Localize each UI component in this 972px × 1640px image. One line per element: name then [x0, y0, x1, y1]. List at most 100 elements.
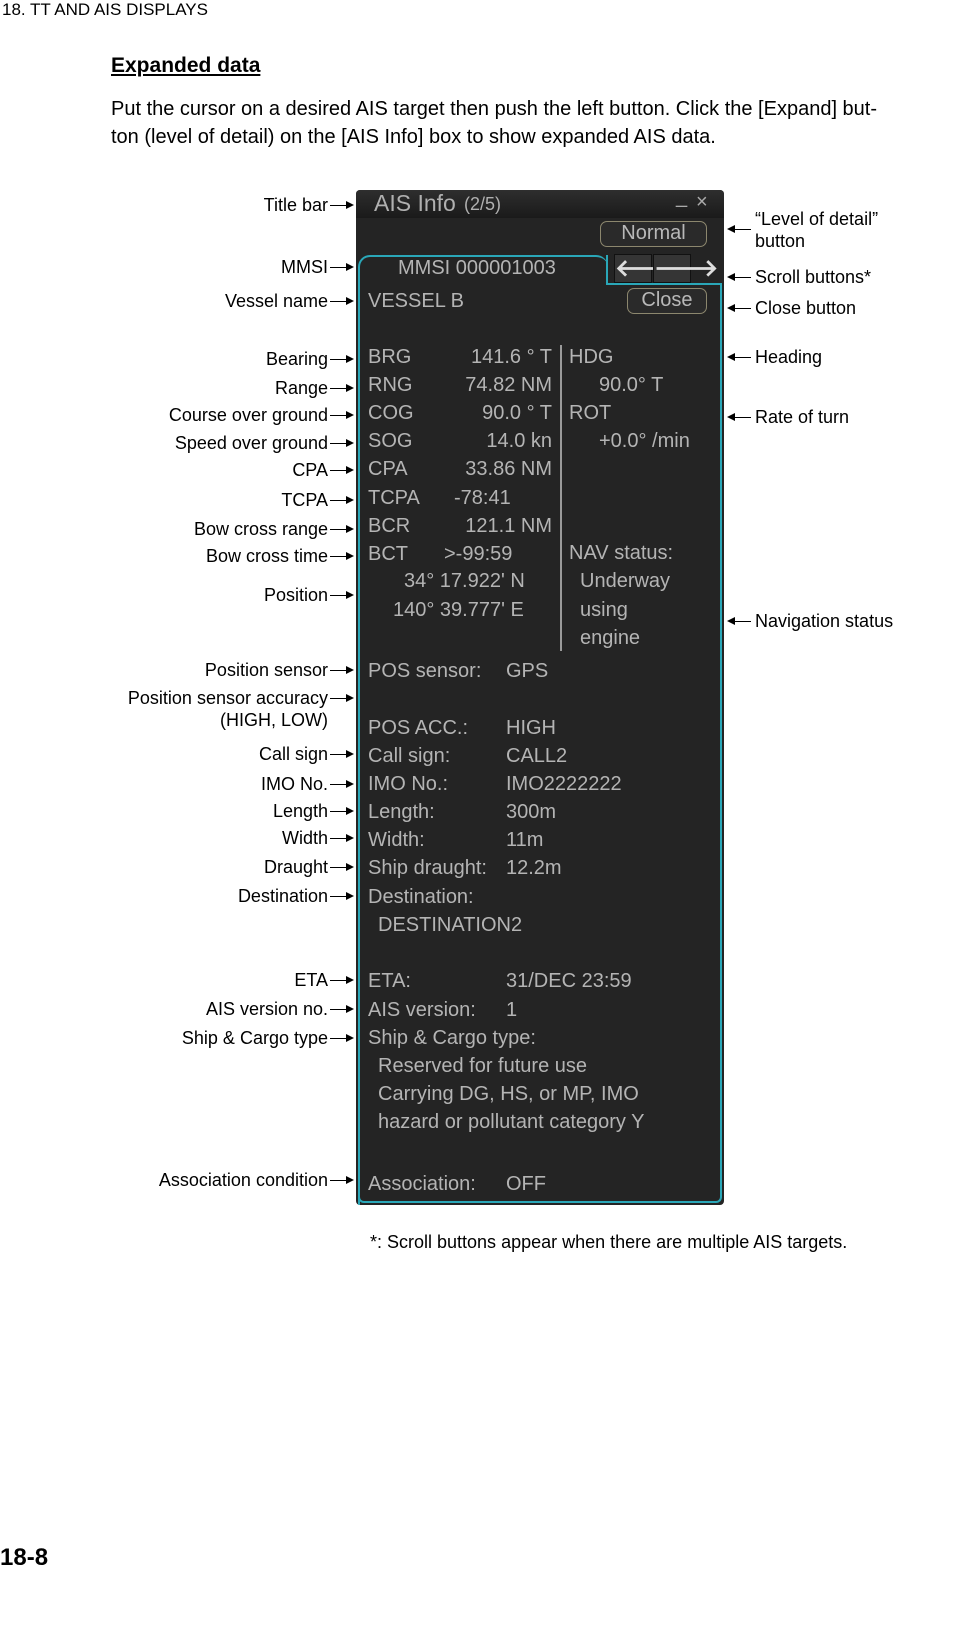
detail-label: Length:	[368, 801, 435, 823]
detail-label: Ship draught:	[368, 857, 487, 879]
detail-label: Ship & Cargo type:	[368, 1027, 536, 1049]
arrow-icon	[330, 496, 354, 504]
window-title: AIS Info	[374, 190, 456, 216]
nav-status-line: engine	[580, 627, 641, 649]
arrow-icon	[330, 807, 354, 815]
arrow-icon	[330, 1034, 354, 1042]
arrow-icon	[330, 863, 354, 871]
longitude: 140° 39.777' E	[393, 599, 524, 621]
mmsi: MMSI 000001003	[398, 257, 556, 279]
nav-status-label: NAV status:	[569, 542, 674, 564]
annotation-label: Course over ground	[168, 405, 328, 425]
annotation-label: Range	[274, 378, 328, 398]
annotation-label: Draught	[263, 857, 328, 877]
detail-label: IMO No.:	[368, 773, 449, 795]
annotation-label: Close button	[755, 298, 857, 318]
arrow-icon	[330, 297, 354, 305]
annotation-label: (HIGH, LOW)	[220, 710, 328, 730]
close-button[interactable]: Close	[627, 288, 707, 314]
arrow-icon	[727, 353, 751, 361]
field-value: >-99:59	[444, 542, 513, 565]
intro-line-2: ton (level of detail) on the [AIS Info] …	[111, 126, 716, 148]
annotation-label: CPA	[292, 460, 328, 480]
scroll-left-button[interactable]: 🡐	[614, 254, 679, 283]
annotation-label: IMO No.	[260, 774, 328, 794]
scroll-right-button[interactable]: 🡒	[653, 254, 718, 283]
footnote: *: Scroll buttons appear when there are …	[370, 1232, 848, 1252]
detail-value: HIGH	[506, 717, 556, 739]
arrow-icon	[330, 834, 354, 842]
annotation-label: Speed over ground	[174, 433, 328, 453]
annotation-label: Width	[281, 828, 328, 848]
arrow-icon	[727, 617, 751, 625]
detail-value: 300m	[506, 801, 557, 823]
detail-label: Association:	[368, 1173, 476, 1195]
field-value: -78:41	[454, 486, 511, 509]
page-number: 18-8	[0, 1544, 49, 1571]
detail-value: 31/DEC 23:59	[506, 970, 632, 992]
arrow-icon	[330, 666, 354, 674]
detail-label: ETA:	[368, 970, 411, 992]
detail-value: Carrying DG, HS, or MP, IMO	[378, 1083, 639, 1105]
field-value: 141.6 ° T	[470, 346, 552, 368]
intro-line-1: Put the cursor on a desired AIS target t…	[111, 98, 878, 120]
arrow-icon	[330, 1005, 354, 1013]
detail-value: OFF	[506, 1173, 546, 1195]
rot-label: ROT	[569, 402, 612, 424]
detail-label: POS ACC.:	[368, 717, 469, 739]
field-value: 14.0 kn	[486, 430, 552, 453]
field-label: BCT	[368, 542, 408, 565]
heading-value: 90.0° T	[599, 374, 664, 396]
arrow-icon	[330, 1176, 354, 1184]
field-label: RNG	[368, 374, 413, 397]
field-value: 74.82 NM	[465, 374, 552, 397]
rot-value: +0.0° /min	[599, 430, 690, 452]
detail-label: POS sensor:	[368, 660, 482, 682]
annotation-label: Position sensor	[204, 660, 328, 680]
arrow-icon	[330, 201, 354, 209]
close-window-icon[interactable]: ×	[696, 191, 708, 214]
field-label: COG	[368, 402, 414, 425]
field-value: 33.86 NM	[465, 458, 552, 481]
title-bar[interactable]: AIS Info (2/5) _ ×	[356, 190, 724, 218]
annotation-label: Navigation status	[755, 611, 894, 631]
field-label: TCPA	[368, 486, 420, 509]
arrow-icon	[330, 439, 354, 447]
detail-value: hazard or pollutant category Y	[378, 1111, 645, 1133]
minimize-button[interactable]: _	[676, 190, 687, 209]
annotation-label: “Level of detail”	[755, 209, 879, 229]
arrow-icon	[330, 892, 354, 900]
arrow-icon	[330, 552, 354, 560]
section-title: Expanded data	[111, 54, 261, 77]
arrow-icon	[330, 384, 354, 392]
chapter-header: 18. TT AND AIS DISPLAYS	[2, 0, 208, 19]
detail-value: GPS	[506, 660, 549, 682]
field-value: 90.0 ° T	[482, 402, 552, 425]
detail-value: 1	[506, 999, 518, 1021]
arrow-icon	[330, 355, 354, 363]
annotation-label: Title bar	[263, 195, 328, 215]
arrow-icon	[330, 411, 354, 419]
detail-label: Width:	[368, 829, 425, 851]
annotation-label: Association condition	[158, 1170, 328, 1190]
ais-info-window: AIS Info (2/5) _ × Normal 🡐 🡒 MMSI 00000…	[356, 190, 724, 1205]
annotation-label: TCPA	[281, 490, 328, 510]
arrow-icon	[330, 694, 354, 702]
detail-value: IMO2222222	[506, 773, 622, 795]
annotation-label: Call sign	[258, 744, 328, 764]
hdg-label: HDG	[569, 346, 614, 368]
annotation-label: button	[755, 231, 806, 251]
annotation-label: MMSI	[281, 257, 328, 277]
annotation-label: Destination	[237, 886, 328, 906]
detail-value: Reserved for future use	[378, 1055, 587, 1077]
arrow-icon	[330, 976, 354, 984]
arrow-icon	[330, 780, 354, 788]
arrow-icon	[330, 466, 354, 474]
target-count: (2/5)	[464, 194, 502, 214]
field-value: 121.1 NM	[465, 514, 552, 537]
latitude: 34° 17.922' N	[404, 570, 525, 592]
detail-label: Call sign:	[368, 745, 451, 767]
detail-value: DESTINATION2	[378, 914, 523, 936]
annotation-label: Scroll buttons*	[755, 267, 872, 287]
level-of-detail-button[interactable]: Normal	[600, 221, 707, 247]
